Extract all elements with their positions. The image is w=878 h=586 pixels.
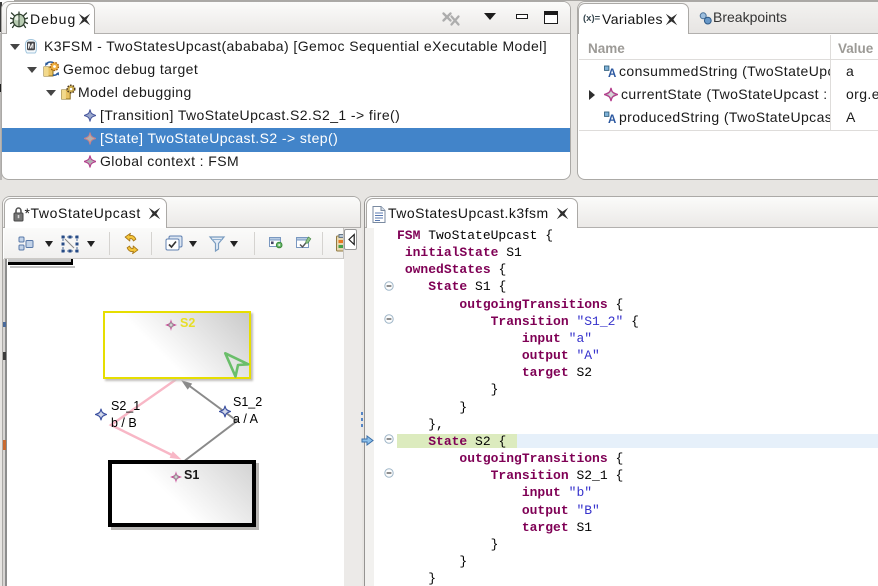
svg-text:M: M	[28, 41, 35, 50]
svg-text:A: A	[608, 68, 617, 78]
svg-text:A: A	[608, 114, 617, 124]
